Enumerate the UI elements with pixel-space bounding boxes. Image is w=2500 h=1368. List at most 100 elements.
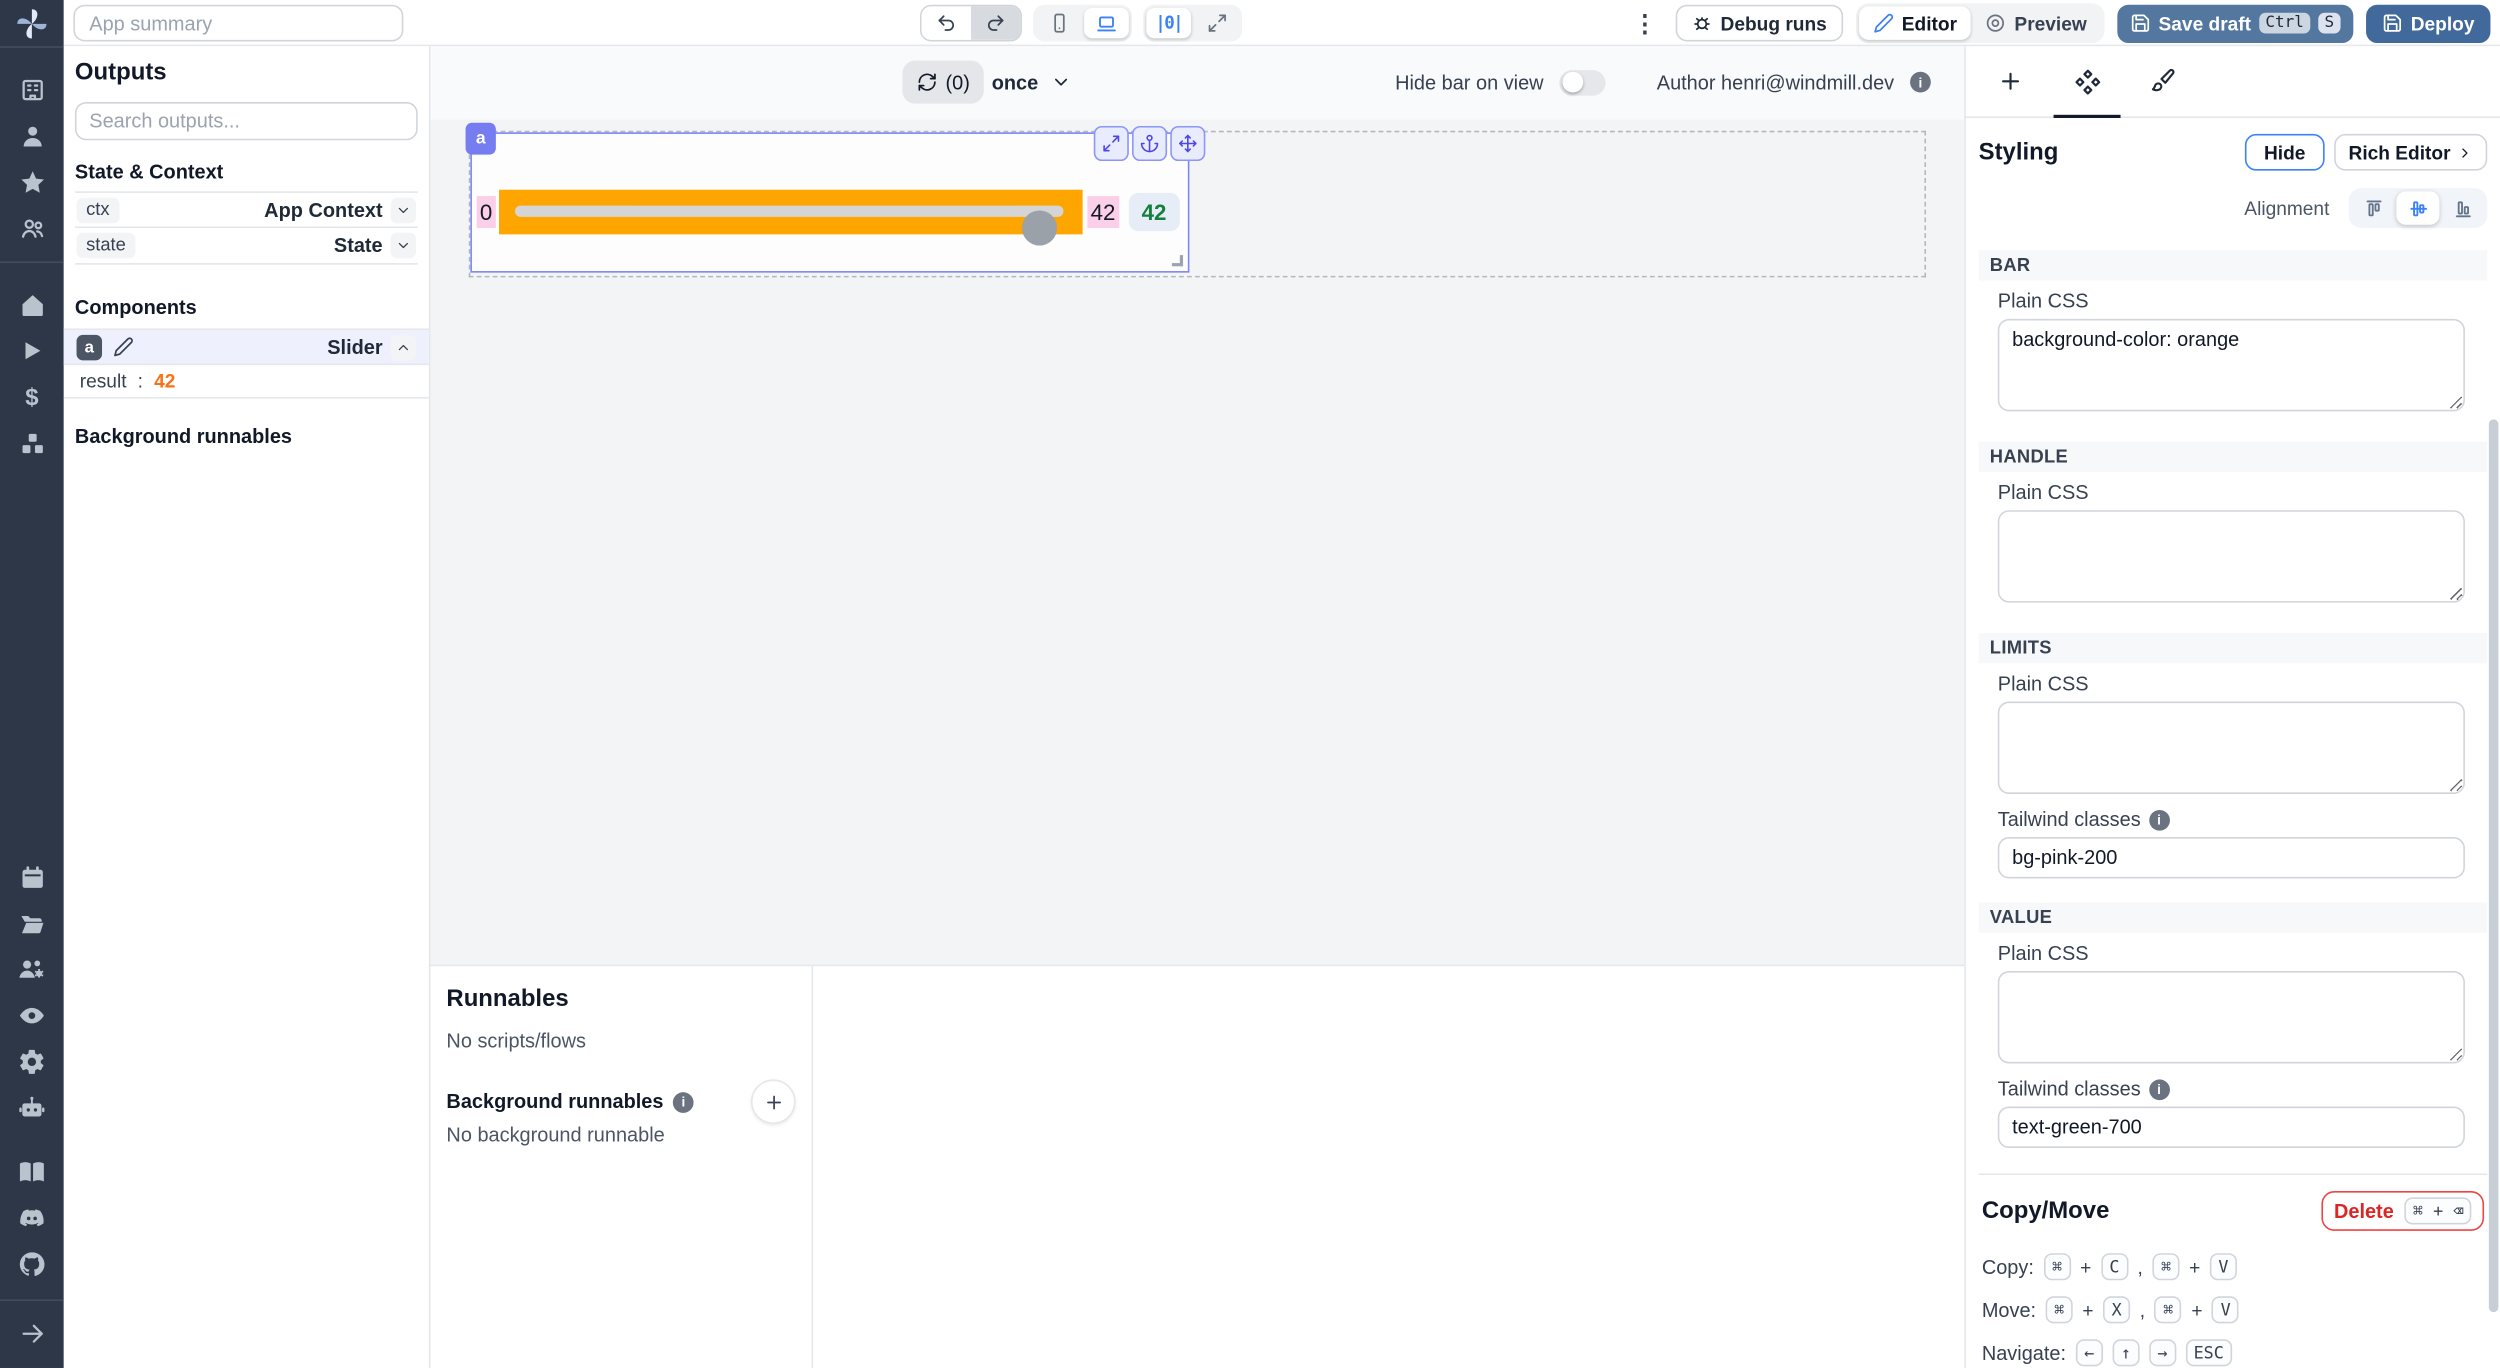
workspace-icon[interactable]: [0, 70, 64, 108]
pencil-icon: [1873, 13, 1894, 34]
workers-users-gear-icon[interactable]: [0, 950, 64, 988]
centered-width-button[interactable]: |0|: [1146, 8, 1191, 38]
component-row-slider[interactable]: a Slider: [64, 328, 429, 365]
canvas-toolbar: (0) once Hide bar on view Author henri@w…: [430, 46, 1964, 119]
expand-icon: [1102, 134, 1121, 153]
device-toggle-group: [1033, 5, 1132, 42]
app-summary-input[interactable]: [73, 5, 403, 42]
shortcut-copy-row: Copy: ⌘ + C , ⌘ + V: [1982, 1252, 2484, 1282]
save-icon: [2130, 13, 2151, 34]
limits-plain-css-textarea[interactable]: [1998, 702, 2465, 794]
slider-bar[interactable]: [499, 190, 1083, 235]
component-settings-tab[interactable]: [2049, 46, 2126, 116]
group-icon[interactable]: [0, 209, 64, 247]
bug-icon: [1692, 13, 1713, 34]
search-outputs-input[interactable]: [75, 102, 418, 140]
anchor-component-button[interactable]: [1132, 126, 1167, 161]
add-background-runnable-button[interactable]: [751, 1079, 796, 1124]
chevron-up-icon[interactable]: [391, 334, 417, 360]
rail-divider: [0, 46, 64, 48]
move-icon: [1178, 134, 1197, 153]
expand-component-button[interactable]: [1094, 126, 1129, 161]
redo-button[interactable]: [971, 6, 1020, 39]
save-draft-button[interactable]: Save draft Ctrl S: [2117, 4, 2353, 42]
background-runnables-info-icon[interactable]: i: [673, 1091, 694, 1112]
align-bottom-button[interactable]: [2441, 191, 2484, 224]
ai-robot-icon[interactable]: [0, 1089, 64, 1127]
user-icon[interactable]: [0, 116, 64, 154]
refresh-all-button[interactable]: (0): [902, 61, 984, 104]
slider-track[interactable]: [515, 206, 1063, 217]
component-id-badge: a: [77, 334, 103, 360]
rename-pencil-icon[interactable]: [113, 336, 134, 357]
undo-button[interactable]: [922, 6, 971, 39]
hide-bar-toggle[interactable]: [1560, 69, 1606, 95]
component-controls: [1094, 126, 1206, 161]
align-center-button[interactable]: [2396, 191, 2439, 224]
deploy-button[interactable]: Deploy: [2366, 4, 2490, 42]
result-key: result: [80, 370, 127, 392]
rich-editor-button[interactable]: Rich Editor: [2334, 134, 2487, 171]
deploy-save-icon: [2382, 13, 2403, 34]
result-row[interactable]: result : 42: [64, 365, 429, 398]
shortcut-navigate-row: Navigate: ← ↑ → ESC: [1982, 1338, 2484, 1368]
kbd-ctrl: Ctrl: [2259, 13, 2310, 34]
folders-icon[interactable]: [0, 904, 64, 942]
move-component-button[interactable]: [1170, 126, 1205, 161]
app-canvas[interactable]: (0) once Hide bar on view Author henri@w…: [430, 46, 1964, 964]
handle-plain-css-textarea[interactable]: [1998, 510, 2465, 602]
plus-icon: [1998, 69, 2024, 95]
theme-brush-tab[interactable]: [2125, 46, 2202, 116]
delete-component-button[interactable]: Delete ⌘ + ⌫: [2321, 1191, 2484, 1231]
collapse-arrow-right-icon[interactable]: [0, 1314, 64, 1352]
full-width-button[interactable]: [1194, 8, 1239, 38]
variables-dollar-icon[interactable]: $: [0, 378, 64, 416]
runs-play-icon[interactable]: [0, 332, 64, 370]
docs-book-icon[interactable]: [0, 1153, 64, 1191]
slider-value-badge: 42: [1129, 193, 1179, 231]
section-limits-header: LIMITS: [1979, 633, 2488, 663]
tailwind-info-icon[interactable]: i: [2149, 809, 2170, 830]
windmill-logo-icon[interactable]: [0, 0, 64, 46]
value-plain-css-textarea[interactable]: [1998, 971, 2465, 1063]
schedules-calendar-icon[interactable]: [0, 858, 64, 896]
hide-styling-button[interactable]: Hide: [2245, 134, 2325, 171]
author-info-icon[interactable]: i: [1910, 72, 1931, 93]
left-nav-rail: $: [0, 0, 64, 1368]
panel-scrollbar-thumb[interactable]: [2489, 419, 2499, 1312]
components-title: Components: [75, 297, 418, 319]
section-handle-header: HANDLE: [1979, 442, 2488, 472]
debug-runs-button[interactable]: Debug runs: [1676, 5, 1843, 42]
mobile-view-button[interactable]: [1036, 8, 1081, 38]
resources-boxes-icon[interactable]: [0, 424, 64, 462]
discord-icon[interactable]: [0, 1199, 64, 1237]
limits-tailwind-input[interactable]: [1998, 837, 2465, 878]
more-menu-kebab-icon[interactable]: ⋮: [1626, 9, 1663, 38]
bar-plain-css-textarea[interactable]: background-color: orange: [1998, 319, 2465, 411]
tailwind-info-icon[interactable]: i: [2149, 1079, 2170, 1100]
value-tailwind-input[interactable]: [1998, 1107, 2465, 1148]
star-icon[interactable]: [0, 163, 64, 201]
github-icon[interactable]: [0, 1245, 64, 1283]
preview-tab[interactable]: Preview: [1971, 6, 2101, 39]
canvas-toolbar-right: Hide bar on view Author henri@windmill.d…: [1395, 61, 1931, 104]
chevron-down-icon[interactable]: [391, 233, 417, 259]
editor-tab[interactable]: Editor: [1859, 6, 1972, 39]
output-row-ctx[interactable]: ctx App Context: [75, 191, 418, 228]
insert-component-tab[interactable]: [1972, 46, 2049, 116]
chevron-down-icon[interactable]: [391, 197, 417, 223]
windmill-app-editor: $: [0, 0, 2500, 1368]
align-center-icon: [2407, 197, 2429, 219]
refresh-mode-dropdown[interactable]: once: [992, 61, 1072, 104]
audit-eye-icon[interactable]: [0, 996, 64, 1034]
plain-css-label: Plain CSS: [1998, 482, 2487, 504]
chevron-right-icon: [2457, 144, 2473, 160]
desktop-view-button[interactable]: [1084, 8, 1129, 38]
home-icon[interactable]: [0, 285, 64, 323]
align-top-button[interactable]: [2352, 191, 2395, 224]
resize-handle-icon[interactable]: [1172, 255, 1183, 266]
settings-gear-icon[interactable]: [0, 1043, 64, 1081]
slider-handle[interactable]: [1022, 210, 1057, 245]
output-row-state[interactable]: state State: [75, 228, 418, 265]
slider-component[interactable]: 0 42 42: [470, 132, 1189, 272]
